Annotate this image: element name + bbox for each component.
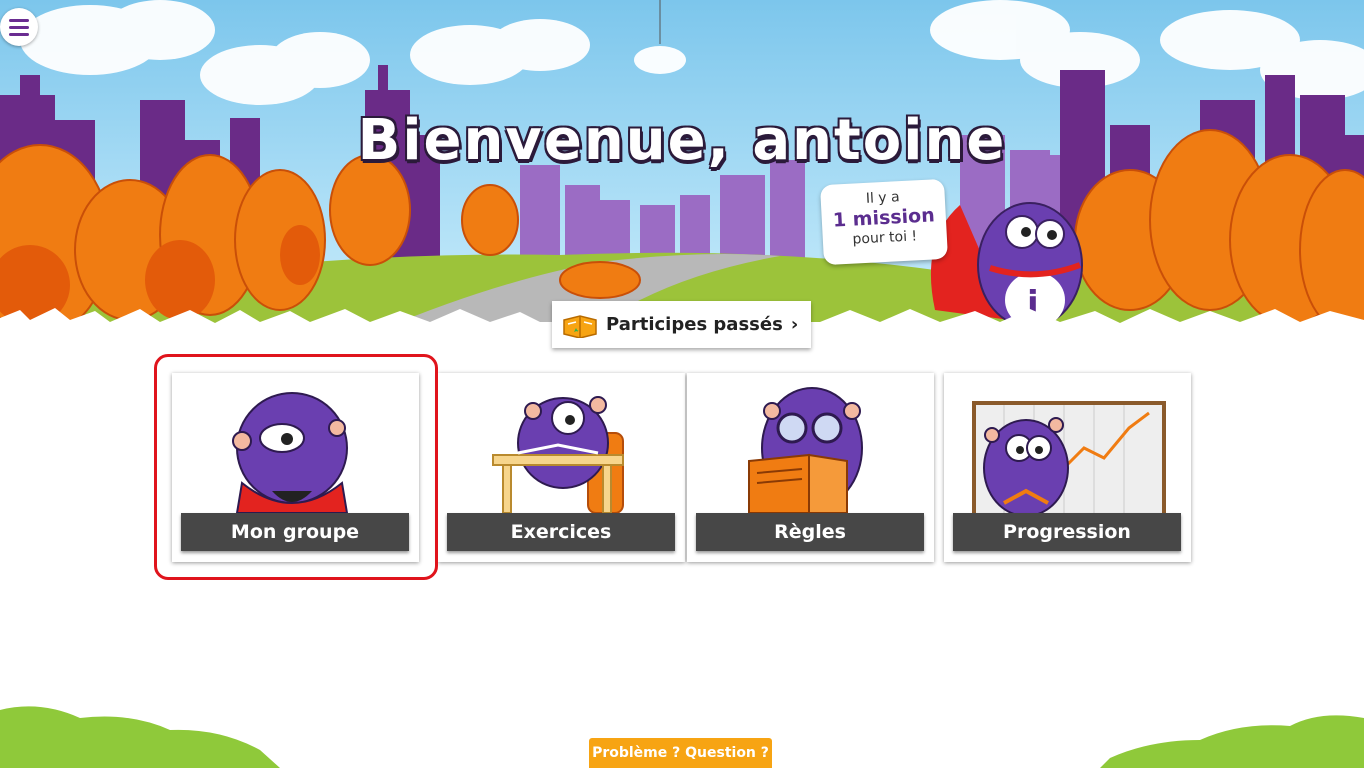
card-label: Règles: [696, 513, 924, 551]
book-icon: [563, 314, 597, 338]
card-regles[interactable]: Règles: [687, 373, 934, 562]
card-label: Progression: [953, 513, 1181, 551]
menu-cards: Mon groupe Exercices Règles Progression: [172, 373, 1194, 563]
card-mon-groupe[interactable]: Mon groupe: [172, 373, 419, 562]
current-lesson-button[interactable]: Participes passés ›: [552, 301, 811, 348]
chevron-right-icon: ›: [790, 314, 799, 335]
hero-banner: j Bienvenue, antoine Il y a 1 mission po…: [0, 0, 1364, 330]
card-progression[interactable]: Progression: [944, 373, 1191, 562]
help-button[interactable]: Problème ? Question ?: [589, 738, 772, 768]
card-exercices[interactable]: Exercices: [438, 373, 685, 562]
superhero-mascot-illustration: [232, 392, 349, 513]
mascot-writing-at-desk-illustration: [492, 396, 624, 513]
mascot-chart-illustration: [972, 401, 1166, 513]
current-lesson-label: Participes passés: [606, 314, 783, 335]
mascot-reading-book-illustration: [748, 387, 863, 513]
card-label: Mon groupe: [181, 513, 409, 551]
welcome-heading: Bienvenue, antoine: [357, 108, 1007, 173]
mascot-hero: j: [930, 202, 1083, 328]
card-label: Exercices: [447, 513, 675, 551]
hamburger-menu-icon[interactable]: [0, 8, 38, 46]
mission-speech-bubble[interactable]: Il y a 1 mission pour toi !: [819, 178, 949, 266]
